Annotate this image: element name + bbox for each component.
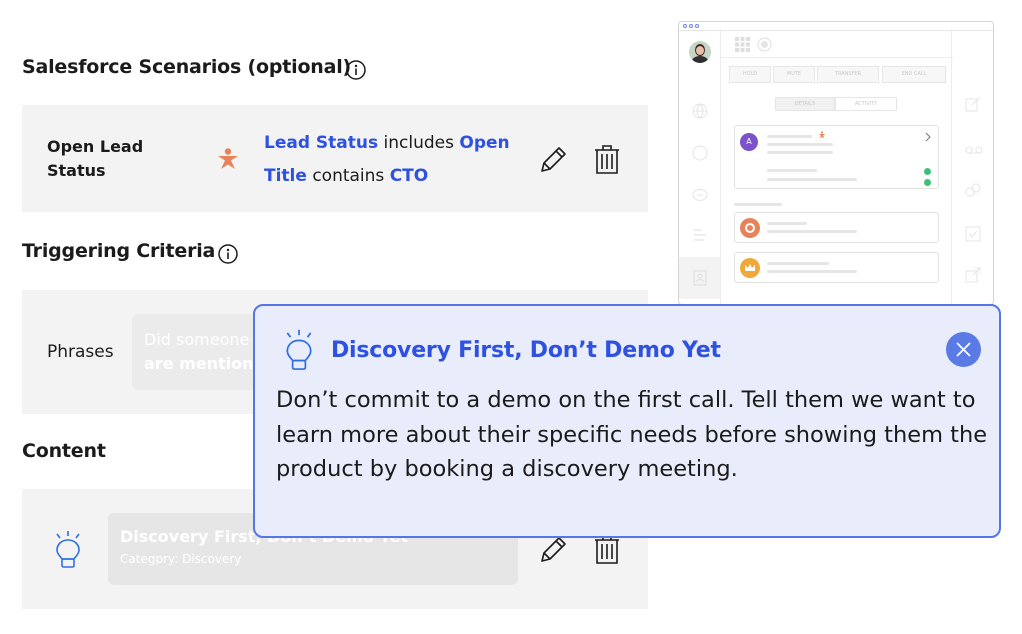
rule-value: Open <box>459 133 510 153</box>
pencil-icon[interactable] <box>538 143 568 175</box>
circle-icon[interactable] <box>692 145 708 161</box>
placeholder-line <box>767 222 807 225</box>
window-dot <box>695 24 699 28</box>
salesforce-rule-card: Open Lead Status Lead Status includes Op… <box>22 105 648 212</box>
contact-avatar: A <box>740 133 758 151</box>
window-dot <box>683 24 687 28</box>
lightbulb-icon <box>56 531 80 568</box>
content-section-title: Content <box>22 440 106 462</box>
link-icon[interactable] <box>965 182 981 198</box>
lightbulb-icon <box>286 329 312 370</box>
popover-body: Don’t commit to a demo on the first call… <box>276 387 988 482</box>
phrases-label: Phrases <box>47 342 114 362</box>
window-dot <box>689 24 693 28</box>
placeholder-line <box>734 203 782 206</box>
contact-nav-item[interactable] <box>679 257 720 299</box>
window-titlebar <box>679 22 993 31</box>
crown-icon <box>740 258 760 278</box>
tab-details[interactable]: DETAILS <box>775 97 835 111</box>
checkbox-icon[interactable] <box>965 226 981 242</box>
contact-icon <box>693 270 707 286</box>
content-item-category: Categpry: Discovery <box>120 552 242 566</box>
transfer-button[interactable]: TRANSFER <box>817 66 879 83</box>
rule-field: Lead Status <box>264 133 379 153</box>
info-icon[interactable] <box>218 244 238 264</box>
trash-icon[interactable] <box>592 143 622 175</box>
tab-activity[interactable]: ACTIVITY <box>835 97 897 111</box>
app-right-rail <box>951 31 993 304</box>
contact-card[interactable]: A <box>734 125 939 189</box>
grid-icon[interactable] <box>735 37 750 52</box>
placeholder-line <box>767 135 812 138</box>
app-topbar <box>721 31 953 58</box>
rule-value: CTO <box>389 166 429 186</box>
placeholder-line <box>767 143 833 146</box>
triggering-section-title: Triggering Criteria <box>22 240 216 262</box>
activity-card[interactable] <box>734 212 939 243</box>
phone-icon[interactable] <box>924 168 931 175</box>
end-call-button[interactable]: END CALL <box>882 66 946 83</box>
share-icon[interactable] <box>965 267 981 283</box>
hold-button[interactable]: HOLD <box>729 66 771 83</box>
close-button[interactable] <box>946 332 981 367</box>
rule-operator: includes <box>378 133 460 153</box>
chat-icon[interactable] <box>692 187 708 203</box>
placeholder-line <box>767 262 829 265</box>
popover-title: Discovery First, Don’t Demo Yet <box>331 338 721 363</box>
info-icon[interactable] <box>346 60 366 80</box>
chevron-right-icon[interactable] <box>925 132 931 142</box>
placeholder-line <box>767 230 857 233</box>
placeholder-line <box>767 151 833 154</box>
target-icon <box>740 218 760 238</box>
placeholder-line <box>767 178 857 181</box>
app-preview-window: HOLD MUTE TRANSFER END CALL DETAILS ACTI… <box>678 21 994 305</box>
mute-button[interactable]: MUTE <box>773 66 815 83</box>
salesforce-section-title: Salesforce Scenarios (optional) <box>22 56 352 78</box>
close-icon <box>956 342 971 357</box>
placeholder-line <box>767 270 857 273</box>
rule-name: Open Lead Status <box>47 137 144 180</box>
globe-icon[interactable] <box>692 103 708 119</box>
rule-field: Title <box>264 166 307 186</box>
list-icon[interactable] <box>692 227 708 243</box>
person-icon <box>818 131 826 139</box>
avatar[interactable] <box>689 41 711 63</box>
record-icon[interactable] <box>757 37 772 52</box>
content-popover: Discovery First, Don’t Demo Yet Don’t co… <box>253 304 1001 538</box>
rule-condition-1: Lead Status includes Open <box>264 133 510 153</box>
person-icon <box>218 148 238 169</box>
message-icon[interactable] <box>924 179 931 186</box>
rule-condition-2: Title contains CTO <box>264 166 428 186</box>
activity-card[interactable] <box>734 252 939 283</box>
voicemail-icon[interactable] <box>965 142 983 158</box>
edit-icon[interactable] <box>965 96 981 112</box>
app-left-rail <box>679 31 721 304</box>
rule-operator: contains <box>306 166 390 186</box>
placeholder-line <box>767 169 817 172</box>
